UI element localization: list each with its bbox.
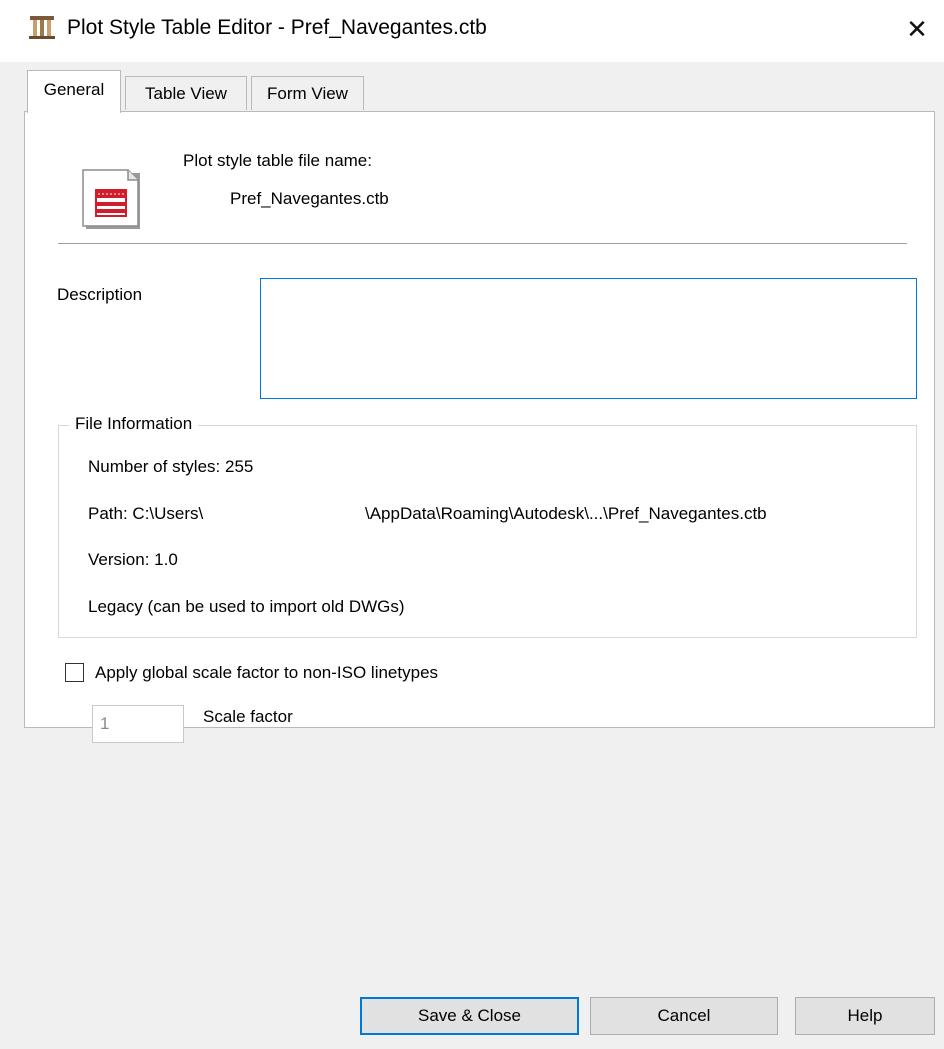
tab-general-label: General: [43, 80, 105, 99]
scale-factor-label: Scale factor: [203, 707, 293, 726]
version: Version: 1.0: [88, 550, 178, 569]
tab-table-view-label: Table View: [145, 84, 227, 103]
help-button[interactable]: Help: [795, 997, 935, 1035]
apply-scale-label[interactable]: Apply global scale factor to non-ISO lin…: [95, 663, 438, 683]
legacy-note: Legacy (can be used to import old DWGs): [88, 597, 405, 616]
separator: [58, 243, 907, 245]
scale-factor-input[interactable]: 1: [92, 705, 184, 743]
close-button[interactable]: ✕: [890, 0, 944, 58]
path-suffix: \AppData\Roaming\Autodesk\...\Pref_Naveg…: [365, 504, 767, 523]
file-information-group: File Information Number of styles: 255 P…: [58, 414, 917, 638]
tab-form-view-label: Form View: [267, 84, 348, 103]
apply-scale-checkbox[interactable]: [65, 663, 84, 682]
file-name-value: Pref_Navegantes.ctb: [230, 189, 389, 208]
plot-style-app-icon: [28, 14, 56, 40]
general-tab-panel: Plot style table file name: Pref_Navegan…: [24, 111, 935, 743]
number-of-styles: Number of styles: 255: [88, 457, 254, 476]
file-name-label: Plot style table file name:: [183, 151, 372, 170]
tab-form-view[interactable]: Form View: [251, 76, 364, 110]
cancel-label: Cancel: [657, 1006, 711, 1025]
description-field[interactable]: [260, 278, 917, 399]
ctb-file-icon: [80, 167, 144, 231]
tab-table-view[interactable]: Table View: [125, 76, 247, 110]
path-prefix: Path: C:\Users\: [88, 504, 204, 523]
close-icon: ✕: [906, 13, 928, 44]
window-title: Plot Style Table Editor - Pref_Navegante…: [67, 16, 487, 39]
file-information-title: File Information: [69, 414, 199, 434]
save-close-button[interactable]: Save & Close: [360, 997, 579, 1035]
save-close-label: Save & Close: [418, 1006, 521, 1025]
cancel-button[interactable]: Cancel: [590, 997, 778, 1035]
tab-general[interactable]: General: [27, 70, 121, 113]
title-bar: Plot Style Table Editor - Pref_Navegante…: [0, 0, 944, 62]
help-label: Help: [847, 1006, 883, 1025]
description-label: Description: [57, 285, 143, 304]
